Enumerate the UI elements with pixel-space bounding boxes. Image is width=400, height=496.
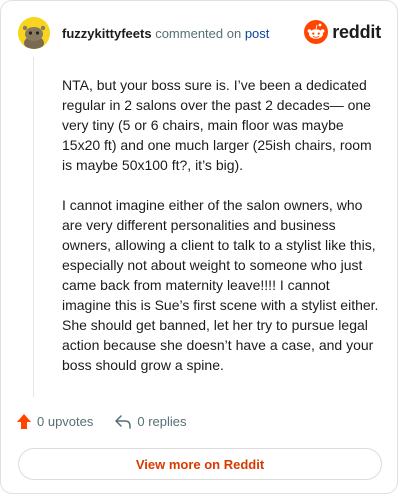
reply-count: 0 replies [137, 414, 187, 429]
comment-body: NTA, but your boss sure is. I’ve been a … [62, 75, 380, 395]
comment-embed-card: fuzzykittyfeets commented on post reddit… [0, 0, 398, 494]
post-link[interactable]: post [245, 26, 270, 41]
upvote-button[interactable]: 0 upvotes [17, 414, 93, 429]
comment-footer: 0 upvotes 0 replies [17, 414, 209, 429]
reply-arrow-icon [115, 414, 132, 429]
comment-paragraph: I cannot imagine either of the salon own… [62, 197, 379, 373]
username-link[interactable]: fuzzykittyfeets [62, 26, 152, 41]
reddit-wordmark: reddit [332, 21, 381, 42]
reply-button[interactable]: 0 replies [115, 414, 187, 429]
thread-line [33, 57, 34, 397]
view-more-button[interactable]: View more on Reddit [18, 448, 382, 480]
reddit-logo-icon [304, 20, 329, 44]
comment-paragraph: NTA, but your boss sure is. I’ve been a … [62, 77, 372, 173]
snoo-avatar-icon [18, 17, 50, 49]
upvote-count: 0 upvotes [37, 414, 94, 429]
action-text: commented on [155, 26, 242, 41]
reddit-brand-link[interactable]: reddit [304, 20, 381, 44]
snoo-avatar[interactable] [18, 17, 50, 49]
comment-header: fuzzykittyfeets commented on post [62, 26, 269, 42]
upvote-arrow-icon [17, 414, 31, 429]
